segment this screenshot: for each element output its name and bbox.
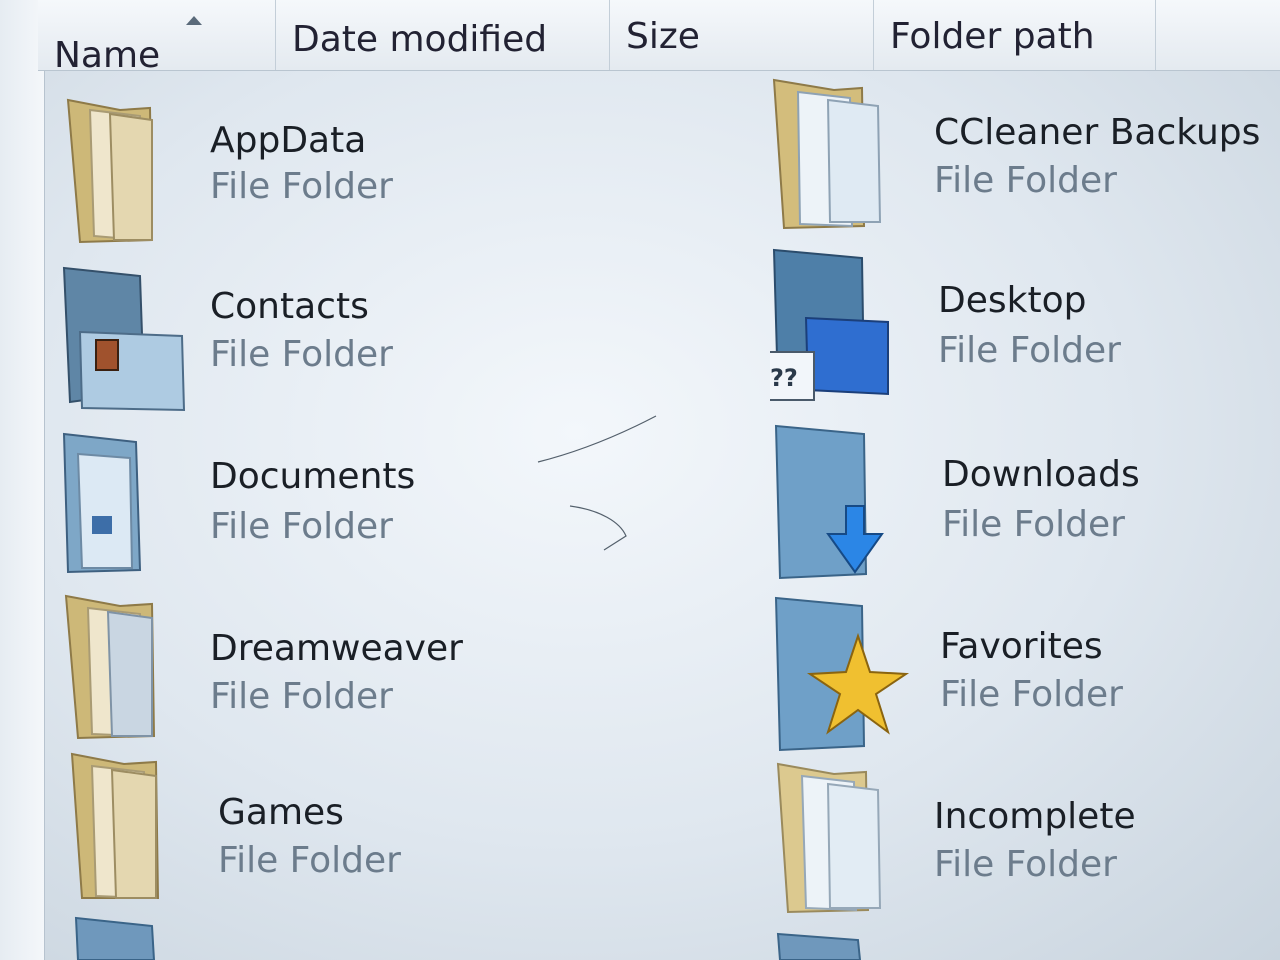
folder-item-appdata[interactable]: AppData File Folder	[60, 90, 620, 250]
contacts-folder-icon	[62, 266, 186, 412]
column-header-date-modified[interactable]: Date modified	[276, 0, 610, 70]
item-type: File Folder	[938, 330, 1121, 371]
item-type: File Folder	[940, 674, 1123, 715]
folder-icon	[64, 594, 156, 740]
folder-icon	[772, 78, 882, 230]
item-type: File Folder	[210, 506, 393, 547]
favorites-folder-icon	[774, 596, 910, 752]
column-header-size[interactable]: Size	[610, 0, 874, 70]
folder-item-downloads[interactable]: Downloads File Folder	[770, 424, 1270, 584]
item-name: Contacts	[210, 286, 369, 327]
item-name: AppData	[210, 120, 367, 161]
sort-ascending-icon	[186, 16, 202, 25]
item-name: Downloads	[942, 454, 1140, 495]
column-header-size-label: Size	[626, 16, 700, 57]
navigation-pane-edge[interactable]	[0, 0, 45, 960]
folder-icon	[776, 762, 882, 914]
item-type: File Folder	[210, 676, 393, 717]
item-name: Games	[218, 792, 344, 833]
folder-item-contacts[interactable]: Contacts File Folder	[60, 262, 620, 422]
item-type: File Folder	[210, 166, 393, 207]
item-name: Documents	[210, 456, 416, 497]
item-type: File Folder	[934, 160, 1117, 201]
column-header-path-label: Folder path	[890, 16, 1095, 57]
item-type: File Folder	[218, 840, 401, 881]
folder-item-dreamweaver[interactable]: Dreamweaver File Folder	[60, 592, 620, 752]
item-name: Desktop	[938, 280, 1087, 321]
item-name: Incomplete	[934, 796, 1136, 837]
documents-folder-icon	[62, 432, 142, 574]
item-name: Favorites	[940, 626, 1103, 667]
item-type: File Folder	[210, 334, 393, 375]
folder-icon	[70, 752, 160, 900]
folder-icon-partial	[74, 916, 156, 960]
screen-scratch-marks	[537, 415, 657, 551]
folder-item-games[interactable]: Games File Folder	[60, 752, 620, 912]
folder-item-incomplete[interactable]: Incomplete File Folder	[770, 760, 1270, 920]
item-name: CCleaner Backups	[934, 112, 1261, 153]
item-type: File Folder	[934, 844, 1117, 885]
column-header-name-label: Name	[54, 35, 161, 76]
item-type: File Folder	[942, 504, 1125, 545]
column-header-date-label: Date modified	[292, 19, 548, 60]
item-name: Dreamweaver	[210, 628, 463, 669]
folder-item-desktop[interactable]: ?? Desktop File Folder	[770, 248, 1270, 408]
folder-icon	[66, 98, 154, 244]
folder-icon-partial	[776, 932, 862, 960]
downloads-folder-icon	[774, 424, 884, 580]
folder-item-ccleaner-backups[interactable]: CCleaner Backups File Folder	[770, 78, 1270, 238]
svg-text:??: ??	[770, 364, 798, 392]
desktop-folder-icon: ??	[770, 248, 889, 401]
column-header-folder-path[interactable]: Folder path	[874, 0, 1156, 70]
column-header-name[interactable]: Name	[38, 0, 276, 76]
column-header-bar: Name Date modified Size Folder path	[38, 0, 1280, 76]
folder-item-favorites[interactable]: Favorites File Folder	[770, 596, 1270, 756]
